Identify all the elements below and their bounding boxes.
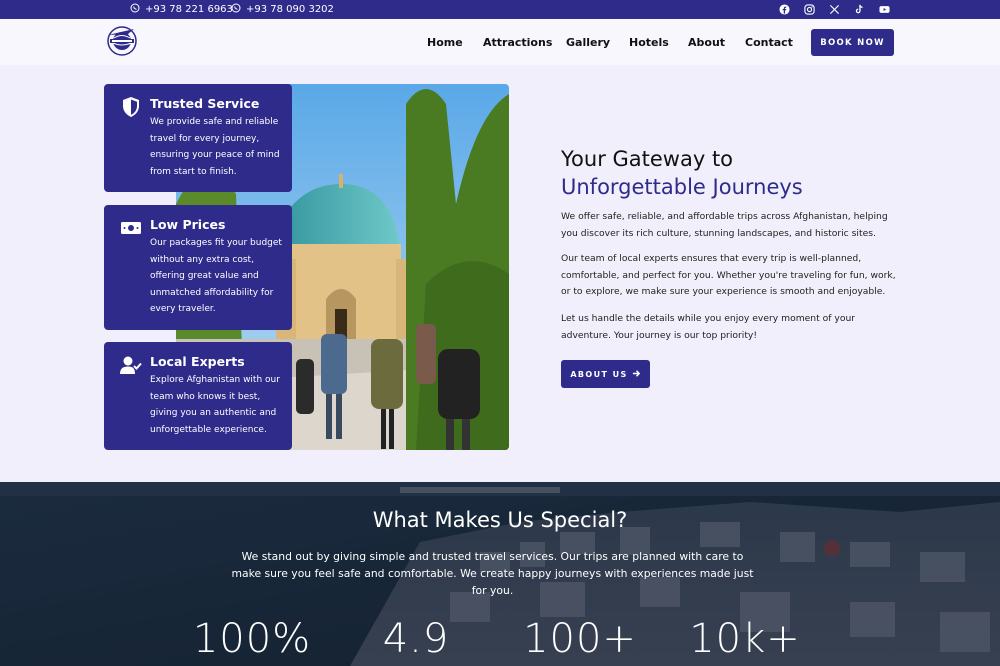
feature-card-low-prices: Low Prices Our packages fit your budget … [104,205,292,330]
instagram-icon[interactable] [803,3,815,15]
about-us-label: ABOUT US [570,369,628,379]
stat-value: 100% [192,616,312,662]
stat-value: 10k+ [689,616,801,662]
x-icon[interactable] [828,3,840,15]
phone-number-2: +93 78 090 3202 [246,4,334,15]
nav-home[interactable]: Home [427,36,463,49]
intro-paragraph: We offer safe, reliable, and affordable … [561,211,888,239]
special-title: What Makes Us Special? [372,508,628,532]
top-bar: +93 78 221 6963 +93 78 090 3202 [0,0,1000,19]
stat-value: 100+ [523,616,637,662]
feature-title: Low Prices [150,217,226,232]
arrow-right-icon [632,369,641,380]
site-logo[interactable] [104,25,140,59]
stat-value: 4.9 [382,616,450,662]
intro-paragraph: Our team of local experts ensures that e… [561,253,896,298]
intro-heading-line1: Your Gateway to [561,147,734,171]
phone-contact-2[interactable]: +93 78 090 3202 [231,3,334,16]
feature-text: Our packages fit your budget without any… [150,238,282,315]
book-now-button[interactable]: BOOK NOW [811,29,894,56]
special-text: We stand out by giving simple and truste… [231,550,754,597]
youtube-icon[interactable] [878,3,890,15]
about-us-button[interactable]: ABOUT US [561,360,650,388]
money-icon [120,217,142,239]
whatsapp-icon [231,3,241,16]
facebook-icon[interactable] [778,3,790,15]
user-check-icon [120,354,142,376]
feature-text: Explore Afghanistan with our team who kn… [150,375,280,435]
feature-title: Trusted Service [150,96,260,111]
special-section: What Makes Us Special? We stand out by g… [0,482,1000,666]
social-links [778,3,890,15]
feature-text: We provide safe and reliable travel for … [150,117,280,177]
intro-paragraph: Let us handle the details while you enjo… [561,313,856,341]
site-header: Home Attractions Gallery Hotels About Co… [0,19,1000,65]
nav-about[interactable]: About [688,36,725,49]
whatsapp-icon [130,3,140,16]
feature-card-trusted-service: Trusted Service We provide safe and reli… [104,84,292,192]
feature-title: Local Experts [150,354,245,369]
phone-contact-1[interactable]: +93 78 221 6963 [130,3,233,16]
nav-contact[interactable]: Contact [745,36,793,49]
nav-attractions[interactable]: Attractions [483,36,552,49]
phone-number-1: +93 78 221 6963 [145,4,233,15]
nav-hotels[interactable]: Hotels [629,36,669,49]
shield-icon [120,96,142,118]
feature-card-local-experts: Local Experts Explore Afghanistan with o… [104,342,292,450]
intro-heading-line2: Unforgettable Journeys [561,175,803,199]
nav-gallery[interactable]: Gallery [566,36,610,49]
tiktok-icon[interactable] [853,3,865,15]
